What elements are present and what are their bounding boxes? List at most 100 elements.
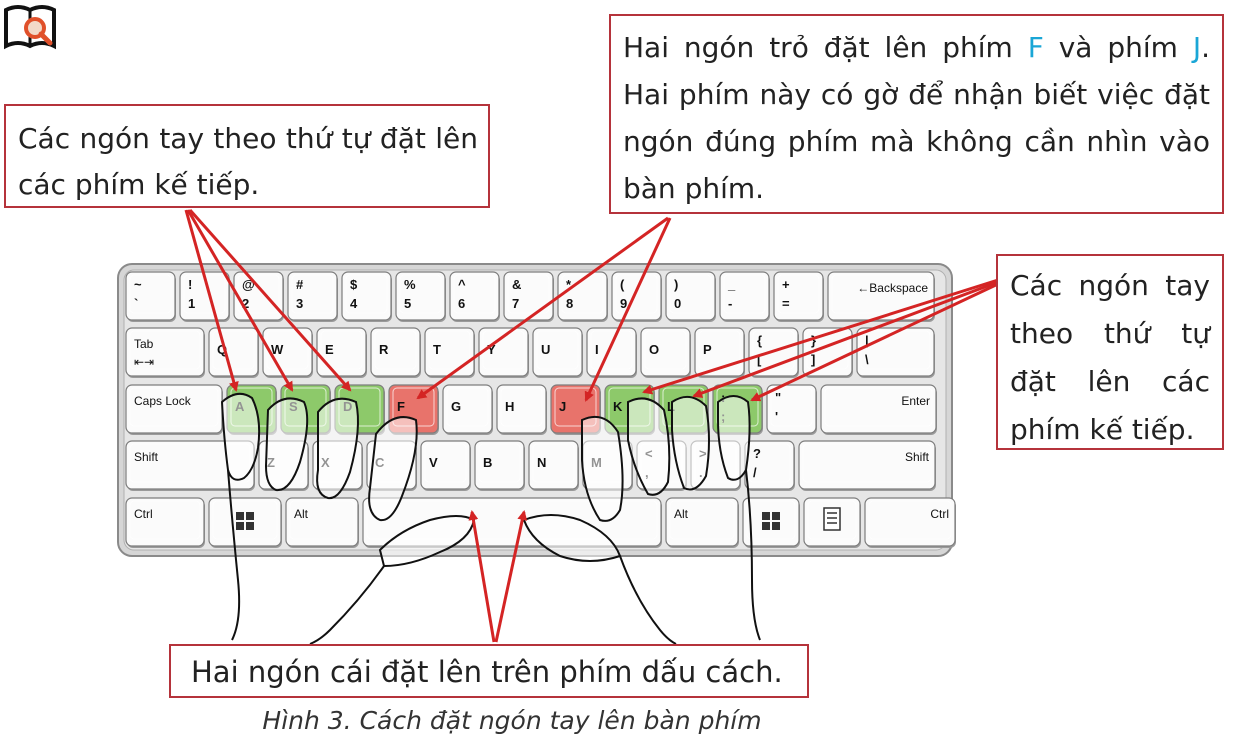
key-e[interactable]: E <box>316 327 367 378</box>
key-enter[interactable]: Enter <box>820 384 937 435</box>
key-5[interactable]: %5 <box>395 271 446 322</box>
key-backtick-bottom-label: ` <box>134 296 138 311</box>
key-2[interactable]: @2 <box>233 271 284 322</box>
key-n[interactable]: N <box>528 440 579 491</box>
key-3-top-label: # <box>296 277 304 292</box>
key-rctrl[interactable]: Ctrl <box>864 497 956 548</box>
key-h[interactable]: H <box>496 384 547 435</box>
key-3-bottom-label: 3 <box>296 296 303 311</box>
highlight-key-f: F <box>1027 31 1044 64</box>
key-lalt[interactable]: Alt <box>285 497 359 548</box>
callout-thumbs: Hai ngón cái đặt lên trên phím dấu cách. <box>169 644 809 698</box>
key-e-label: E <box>325 342 334 357</box>
callout-finger-order-left: Các ngón tay theo thứ tự đặt lên các phí… <box>4 104 490 208</box>
key-4[interactable]: $4 <box>341 271 392 322</box>
key-u[interactable]: U <box>532 327 583 378</box>
key-backslash[interactable]: |\ <box>856 327 935 378</box>
key-backtick[interactable]: ~` <box>125 271 176 322</box>
key-t-label: T <box>433 342 441 357</box>
key-menu[interactable] <box>803 497 861 548</box>
key-slash-bottom-label: / <box>753 465 757 480</box>
callout-bottom-text: Hai ngón cái đặt lên trên phím dấu cách. <box>191 655 783 689</box>
key-8-bottom-label: 8 <box>566 296 573 311</box>
right-wrist <box>619 555 677 645</box>
key-0-top-label: ) <box>674 277 678 292</box>
key-n-label: N <box>537 455 546 470</box>
key-capslock-label: Caps Lock <box>134 394 192 408</box>
key-quote[interactable]: "' <box>766 384 817 435</box>
key-backspace[interactable]: ←Backspace <box>827 271 935 322</box>
key-tab[interactable]: Tab ⇤⇥ <box>125 327 205 378</box>
key-lctrl-label: Ctrl <box>134 507 153 521</box>
key-p[interactable]: P <box>694 327 745 378</box>
key-i[interactable]: I <box>586 327 637 378</box>
key-lwin[interactable] <box>208 497 282 548</box>
left-wrist <box>309 565 385 645</box>
key-3[interactable]: #3 <box>287 271 338 322</box>
callout-finger-order-right: Các ngón tay theo thứ tự đặt lên các phí… <box>996 254 1224 450</box>
key-0[interactable]: )0 <box>665 271 716 322</box>
key-o-label: O <box>649 342 659 357</box>
key-lalt-label: Alt <box>294 507 309 521</box>
key-backslash-bottom-label: \ <box>865 352 869 367</box>
key-4-top-label: $ <box>350 277 358 292</box>
key-tab-label: Tab <box>134 337 154 351</box>
key-g[interactable]: G <box>442 384 493 435</box>
key-6-bottom-label: 6 <box>458 296 465 311</box>
highlight-key-j: J <box>1192 31 1202 64</box>
key-ralt-label: Alt <box>674 507 689 521</box>
callout-left-text: Các ngón tay theo thứ tự đặt lên các phí… <box>18 122 478 201</box>
key-minus[interactable]: _- <box>719 271 770 322</box>
key-q[interactable]: Q <box>208 327 259 378</box>
key-equals-top-label: + <box>782 277 790 292</box>
key-k-label: K <box>613 399 623 414</box>
key-t[interactable]: T <box>424 327 475 378</box>
key-4-bottom-label: 4 <box>350 296 358 311</box>
key-u-label: U <box>541 342 550 357</box>
key-6[interactable]: ^6 <box>449 271 500 322</box>
key-backspace-label: ←Backspace <box>857 281 928 295</box>
callout-index-fingers: Hai ngón trỏ đặt lên phím F và phím J. H… <box>609 14 1224 214</box>
key-h-label: H <box>505 399 514 414</box>
key-capslock[interactable]: Caps Lock <box>125 384 223 435</box>
key-enter-label: Enter <box>901 394 930 408</box>
key-backtick-top-label: ~ <box>134 277 142 292</box>
key-o[interactable]: O <box>640 327 691 378</box>
callout-right-text: Các ngón tay theo thứ tự đặt lên các phí… <box>1010 269 1210 446</box>
key-7[interactable]: &7 <box>503 271 554 322</box>
key-minus-bottom-label: - <box>728 296 732 311</box>
key-f-label: F <box>397 399 405 414</box>
key-v[interactable]: V <box>420 440 471 491</box>
menu-icon <box>823 507 841 531</box>
key-rbracket-top-label: } <box>811 333 816 348</box>
key-rctrl-label: Ctrl <box>930 507 949 521</box>
key-rbracket-bottom-label: ] <box>811 352 815 367</box>
key-lbracket-top-label: { <box>757 333 762 348</box>
key-6-top-label: ^ <box>458 277 466 292</box>
key-0-bottom-label: 0 <box>674 296 681 311</box>
key-g-label: G <box>451 399 461 414</box>
key-rshift[interactable]: Shift <box>798 440 936 491</box>
key-9[interactable]: (9 <box>611 271 662 322</box>
key-slash-top-label: ? <box>753 446 761 461</box>
callout-top-text-1: Hai ngón trỏ đặt lên phím <box>623 31 1028 64</box>
key-lbracket[interactable]: {[ <box>748 327 799 378</box>
key-5-bottom-label: 5 <box>404 296 411 311</box>
key-p-label: P <box>703 342 712 357</box>
key-equals[interactable]: += <box>773 271 824 322</box>
key-equals-bottom-label: = <box>782 296 790 311</box>
key-b-label: B <box>483 455 492 470</box>
key-9-bottom-label: 9 <box>620 296 627 311</box>
key-r[interactable]: R <box>370 327 421 378</box>
key-minus-top-label: _ <box>727 277 736 292</box>
key-v-label: V <box>429 455 438 470</box>
key-7-top-label: & <box>512 277 521 292</box>
key-b[interactable]: B <box>474 440 525 491</box>
key-lctrl[interactable]: Ctrl <box>125 497 205 548</box>
key-ralt[interactable]: Alt <box>665 497 739 548</box>
key-9-top-label: ( <box>620 277 625 292</box>
key-quote-bottom-label: ' <box>775 409 778 424</box>
key-j-label: J <box>559 399 566 414</box>
key-1-bottom-label: 1 <box>188 296 195 311</box>
key-slash[interactable]: ?/ <box>744 440 795 491</box>
